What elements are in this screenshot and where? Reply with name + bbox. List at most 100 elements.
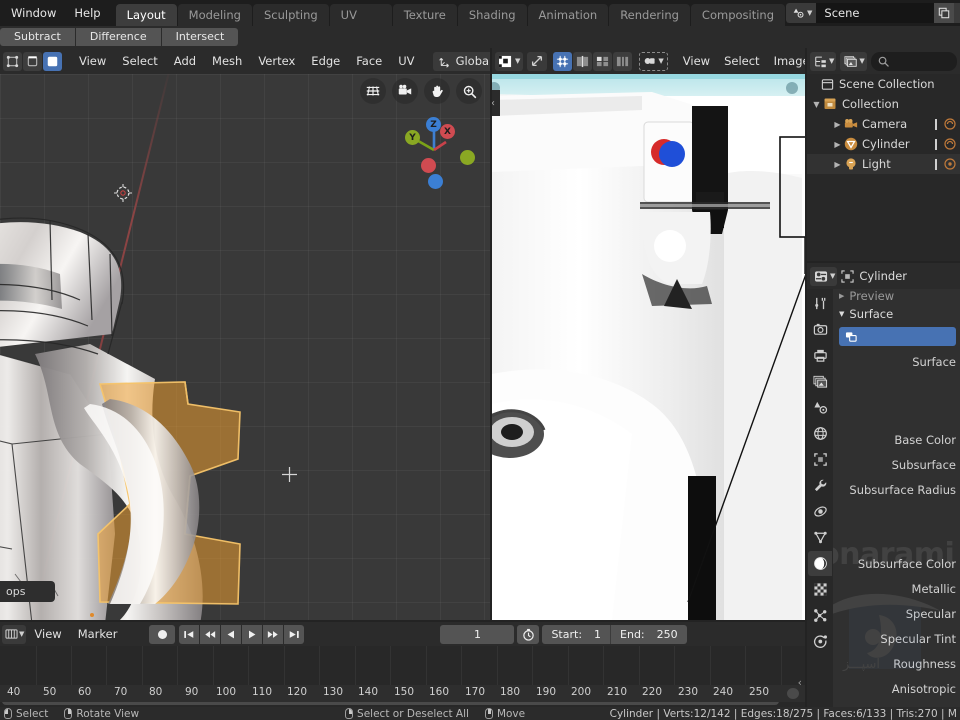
prev-keyframe-button[interactable] (200, 624, 221, 644)
expand-triangle-icon[interactable]: ▶ (831, 120, 844, 129)
jump-end-button[interactable] (284, 624, 305, 644)
uv-sync-selection-button[interactable] (527, 51, 548, 71)
uv-vertex-select[interactable] (553, 51, 573, 71)
prop-surface[interactable]: Surface (833, 349, 960, 374)
pivot-point-dropdown[interactable]: ▼ (639, 51, 668, 71)
intersect-button[interactable]: Intersect (161, 28, 239, 46)
workspace-tab-uv-editing[interactable]: UV Editing (329, 4, 392, 44)
workspace-tab-sculpting[interactable]: Sculpting (252, 4, 329, 26)
workspace-tab-layout[interactable]: Layout (115, 4, 177, 26)
auto-keying-button[interactable] (517, 624, 540, 644)
menu-mesh[interactable]: Mesh (204, 50, 250, 72)
section-surface[interactable]: ▼ Surface (833, 303, 960, 324)
prop-specular[interactable]: Specular (833, 601, 960, 626)
uv-face-select[interactable] (593, 51, 613, 71)
end-frame-field[interactable]: End: 250 (611, 624, 687, 644)
new-scene-button[interactable] (934, 3, 955, 23)
outliner-row-light[interactable]: ▶ Light (807, 154, 960, 174)
record-button[interactable] (149, 624, 176, 644)
timeline-editor[interactable]: ▼ View Marker 1 Start: 1 End: 250 ‹ 40 5… (0, 622, 805, 707)
viewport-3d[interactable]: Z Y X ops View Select Add Mesh Vertex Ed… (0, 48, 490, 620)
unlink-scene-button[interactable] (954, 3, 960, 23)
menu-view[interactable]: View (26, 623, 69, 645)
editor-type-dropdown[interactable]: ▼ (495, 51, 524, 71)
menu-select[interactable]: Select (717, 50, 766, 72)
tool-tab[interactable] (808, 291, 832, 316)
uv-image-editor[interactable]: ▼ ▼ View Select Imag (492, 48, 805, 620)
section-preview[interactable]: ▶ Preview (833, 289, 960, 303)
start-frame-field[interactable]: Start: 1 (542, 624, 612, 644)
gizmo-axis-neg-z[interactable] (428, 174, 443, 189)
workspace-tab-modeling[interactable]: Modeling (177, 4, 252, 26)
restrict-render-icon[interactable] (944, 158, 956, 170)
outliner[interactable]: ▼ ▼ Scene Collection ▼ Collection ▶ Came… (807, 48, 960, 261)
workspace-tab-animation[interactable]: Animation (527, 4, 609, 26)
modifier-tab[interactable] (808, 473, 832, 498)
jump-start-button[interactable] (179, 624, 200, 644)
menu-help[interactable]: Help (65, 0, 109, 26)
next-keyframe-button[interactable] (263, 624, 284, 644)
hand-pan-icon[interactable] (424, 78, 450, 104)
menu-view[interactable]: View (676, 50, 717, 72)
grid-gizmo-icon[interactable] (360, 78, 386, 104)
gizmo-axis-neg-x[interactable] (421, 158, 436, 173)
breadcrumb-object-name[interactable]: Cylinder (859, 269, 907, 283)
restrict-render-icon[interactable] (944, 118, 956, 130)
timeline-editor-type-dropdown[interactable]: ▼ (2, 624, 27, 644)
navigation-gizmo[interactable]: Z Y X (396, 112, 475, 189)
menu-window[interactable]: Window (2, 0, 65, 26)
constraint-tab[interactable] (808, 603, 832, 628)
outliner-row-collection[interactable]: ▼ Collection (807, 94, 960, 114)
scene-tab[interactable] (808, 395, 832, 420)
sidebar-collapse-arrow[interactable]: ‹ (492, 90, 500, 116)
data-tab[interactable] (808, 525, 832, 550)
difference-button[interactable]: Difference (75, 28, 162, 46)
prop-subsurface-color[interactable]: Subsurface Color (833, 551, 960, 576)
zoom-magnifier-icon[interactable] (456, 78, 482, 104)
transform-orientation-dropdown[interactable]: Global ▼ (432, 51, 490, 71)
material-tab[interactable] (808, 551, 832, 576)
mesh-object-cylinder[interactable] (0, 104, 270, 620)
menu-view[interactable]: View (71, 50, 114, 72)
output-tab[interactable] (808, 343, 832, 368)
outliner-display-mode-dropdown[interactable]: ▼ (810, 51, 837, 71)
expand-triangle-icon[interactable]: ▼ (810, 100, 823, 109)
properties-content[interactable]: onarami آسپـــز ▶ Preview ▼ Surface (833, 289, 960, 710)
prop-roughness[interactable]: Roughness (833, 651, 960, 676)
object-tab[interactable] (808, 447, 832, 472)
prop-metallic[interactable]: Metallic (833, 576, 960, 601)
outliner-row-scene-collection[interactable]: Scene Collection (807, 74, 960, 94)
timeline-scroll-handle[interactable] (787, 688, 799, 699)
expand-triangle-icon[interactable]: ▶ (831, 160, 844, 169)
gizmo-axis-neg-y[interactable] (460, 150, 475, 165)
viewport-canvas[interactable]: Z Y X ops (0, 63, 490, 620)
timeline-ruler[interactable]: 40 50 60 70 80 90 100 110 120 130 140 15… (0, 685, 805, 702)
subtract-button[interactable]: Subtract (0, 28, 76, 46)
scene-name-field[interactable]: Scene (816, 3, 935, 23)
camera-gizmo-icon[interactable] (392, 78, 418, 104)
workspace-tab-shading[interactable]: Shading (457, 4, 527, 26)
expand-triangle-icon[interactable]: ▶ (831, 140, 844, 149)
operator-panel[interactable]: ops (0, 581, 55, 602)
edge-select-mode[interactable] (23, 51, 42, 71)
menu-face[interactable]: Face (348, 50, 390, 72)
render-tab[interactable] (808, 317, 832, 342)
menu-marker[interactable]: Marker (70, 623, 126, 645)
prop-subsurface[interactable]: Subsurface (833, 452, 960, 477)
scene-selector[interactable]: ▼ Scene (786, 3, 960, 23)
play-button[interactable] (242, 624, 263, 644)
view-layer-tab[interactable] (808, 369, 832, 394)
prop-anisotropic[interactable]: Anisotropic (833, 676, 960, 701)
world-tab[interactable] (808, 421, 832, 446)
play-reverse-button[interactable] (221, 624, 242, 644)
current-frame-field[interactable]: 1 (440, 624, 515, 644)
prop-subsurface-radius[interactable]: Subsurface Radius (833, 477, 960, 502)
particles-tab[interactable] (808, 499, 832, 524)
uv-edge-select[interactable] (573, 51, 593, 71)
workspace-tab-rendering[interactable]: Rendering (609, 4, 690, 26)
surface-shader-button[interactable] (839, 327, 956, 346)
gizmo-axis-z[interactable]: Z (426, 117, 441, 132)
outliner-row-cylinder[interactable]: ▶ Cylinder (807, 134, 960, 154)
prop-specular-tint[interactable]: Specular Tint (833, 626, 960, 651)
image-editor-canvas[interactable] (492, 74, 805, 620)
